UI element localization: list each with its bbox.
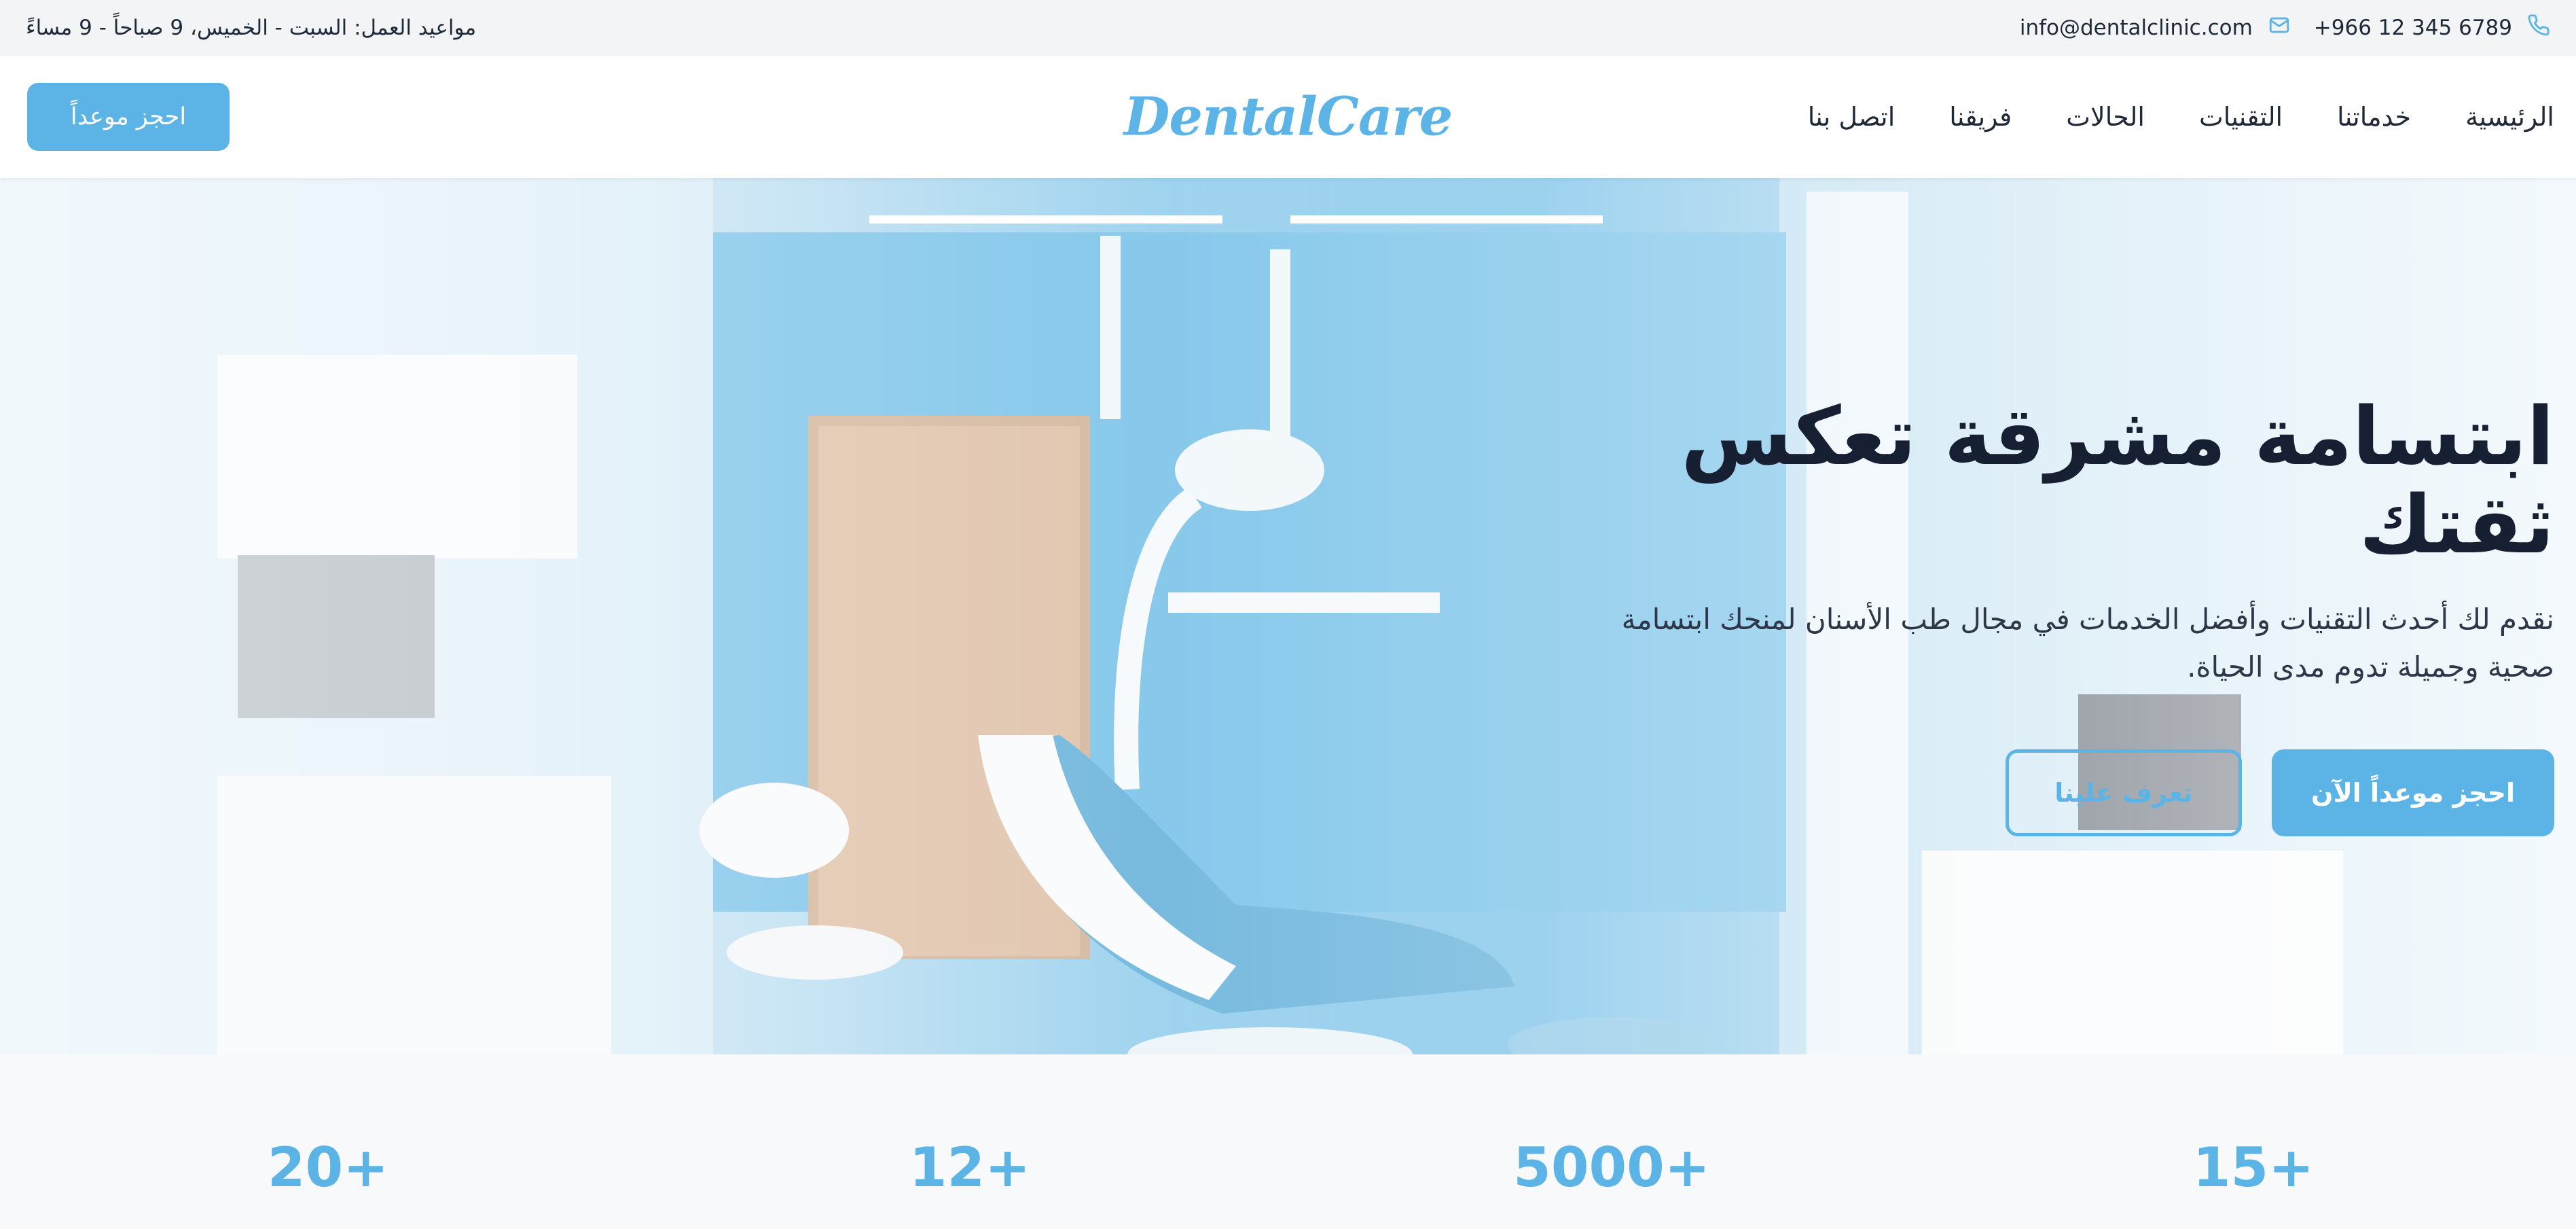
mail-icon — [2268, 14, 2291, 42]
nav-item-team[interactable]: فريقنا — [1949, 102, 2012, 132]
site-logo[interactable]: DentalCare — [1124, 86, 1453, 148]
book-appointment-button[interactable]: احجز موعداً — [27, 83, 230, 151]
stat-value: 15+ — [2192, 1136, 2315, 1199]
top-bar: +966 12 345 6789 info@dentalclinic.com م… — [0, 0, 2576, 56]
phone-icon — [2527, 14, 2550, 42]
hero-description: نقدم لك أحدث التقنيات وأفضل الخدمات في م… — [1621, 603, 2554, 683]
phone-contact[interactable]: +966 12 345 6789 — [2314, 14, 2550, 42]
nav-item-cases[interactable]: الحالات — [2066, 102, 2145, 132]
phone-number: +966 12 345 6789 — [2313, 16, 2512, 40]
stat-value: 12+ — [909, 1136, 1031, 1199]
about-us-button[interactable]: تعرف علينا — [2006, 749, 2242, 836]
main-header: الرئيسية خدماتنا التقنيات الحالات فريقنا… — [0, 56, 2576, 178]
nav-item-services[interactable]: خدماتنا — [2337, 102, 2411, 132]
hero-content: ابتسامة مشرقة تعكس ثقتك نقدم لك أحدث الت… — [1603, 392, 2554, 836]
hero-buttons: احجز موعداً الآن تعرف علينا — [1603, 749, 2554, 836]
main-nav: الرئيسية خدماتنا التقنيات الحالات فريقنا… — [1808, 102, 2554, 132]
email-contact[interactable]: info@dentalclinic.com — [2020, 14, 2291, 42]
book-now-button[interactable]: احجز موعداً الآن — [2272, 749, 2554, 836]
nav-item-contact[interactable]: اتصل بنا — [1808, 102, 1895, 132]
hero-section: ابتسامة مشرقة تعكس ثقتك نقدم لك أحدث الت… — [0, 178, 2576, 1054]
nav-item-home[interactable]: الرئيسية — [2465, 102, 2554, 132]
stat-value: 20+ — [267, 1136, 389, 1199]
nav-item-technologies[interactable]: التقنيات — [2199, 102, 2283, 132]
hero-title: ابتسامة مشرقة تعكس ثقتك — [1681, 389, 2554, 571]
email-address: info@dentalclinic.com — [2019, 16, 2253, 40]
contact-info: +966 12 345 6789 info@dentalclinic.com — [2020, 14, 2550, 42]
stats-section: 15+ 5000+ 12+ 20+ — [0, 1054, 2576, 1229]
working-hours: مواعيد العمل: السبت - الخميس، 9 صباحاً -… — [26, 16, 477, 40]
stat-value: 5000+ — [1513, 1136, 1710, 1199]
